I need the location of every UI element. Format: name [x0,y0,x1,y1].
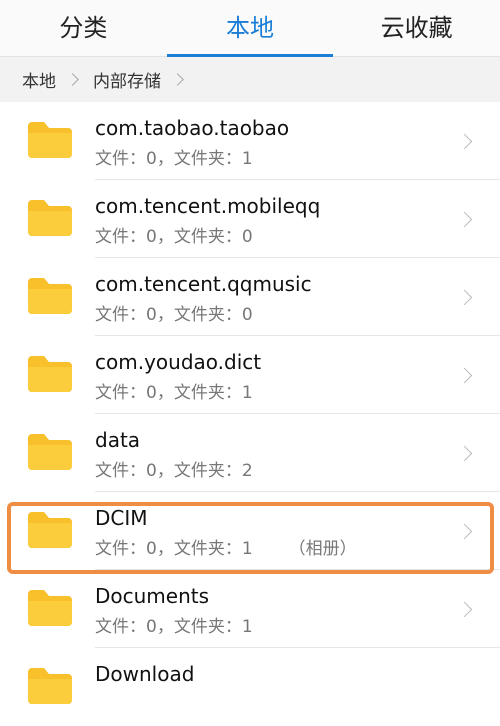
folder-icon [28,590,72,626]
list-item[interactable]: Download [0,648,500,726]
folder-icon [28,512,72,548]
file-list: com.taobao.taobao 文件：0，文件夹：1 com.tencent… [0,102,500,726]
list-item[interactable]: com.youdao.dict 文件：0，文件夹：1 [0,336,500,414]
list-item-dcim[interactable]: DCIM 文件：0，文件夹：1 （相册） [0,492,500,570]
list-item[interactable]: com.tencent.qqmusic 文件：0，文件夹：0 [0,258,500,336]
folder-icon [28,356,72,392]
file-meta: 文件：0，文件夹：1 [95,149,253,169]
file-meta: 文件：0，文件夹：2 [95,461,253,481]
file-meta: 文件：0，文件夹：1 （相册） [95,534,357,559]
list-item[interactable]: com.tencent.mobileqq 文件：0，文件夹：0 [0,180,500,258]
album-tag: （相册） [288,539,357,559]
tab-bar: 分类 本地 云收藏 [0,0,500,57]
chevron-right-icon [456,445,473,462]
chevron-right-icon [171,73,184,86]
file-name: data [95,428,141,452]
file-name: com.taobao.taobao [95,116,290,140]
breadcrumb: 本地 内部存储 [0,57,500,102]
file-meta: 文件：0，文件夹：0 [95,227,253,247]
file-name: Download [95,662,195,686]
folder-icon [28,278,72,314]
file-name: com.tencent.qqmusic [95,272,312,296]
folder-icon [28,122,72,158]
breadcrumb-local[interactable]: 本地 [22,67,56,92]
folder-icon [28,200,72,236]
file-name: Documents [95,584,210,608]
list-item[interactable]: data 文件：0，文件夹：2 [0,414,500,492]
chevron-right-icon [456,367,473,384]
chevron-right-icon [456,289,473,306]
chevron-right-icon [66,73,79,86]
list-item[interactable]: com.taobao.taobao 文件：0，文件夹：1 [0,102,500,180]
tab-categories[interactable]: 分类 [0,0,167,56]
file-meta-text: 文件：0，文件夹：1 [95,539,253,559]
tab-cloud-favorites[interactable]: 云收藏 [333,0,500,56]
file-meta: 文件：0，文件夹：0 [95,305,253,325]
file-name: com.tencent.mobileqq [95,194,321,218]
chevron-right-icon [456,601,473,618]
breadcrumb-internal-storage[interactable]: 内部存储 [93,67,161,92]
file-name: DCIM [95,506,148,530]
chevron-right-icon [456,523,473,540]
file-name: com.youdao.dict [95,350,262,374]
tab-local[interactable]: 本地 [166,0,334,57]
folder-icon [28,668,72,704]
chevron-right-icon [456,133,473,150]
file-meta: 文件：0，文件夹：1 [95,383,253,403]
list-item[interactable]: Documents 文件：0，文件夹：1 [0,570,500,648]
chevron-right-icon [456,211,473,228]
file-meta: 文件：0，文件夹：1 [95,617,253,637]
folder-icon [28,434,72,470]
